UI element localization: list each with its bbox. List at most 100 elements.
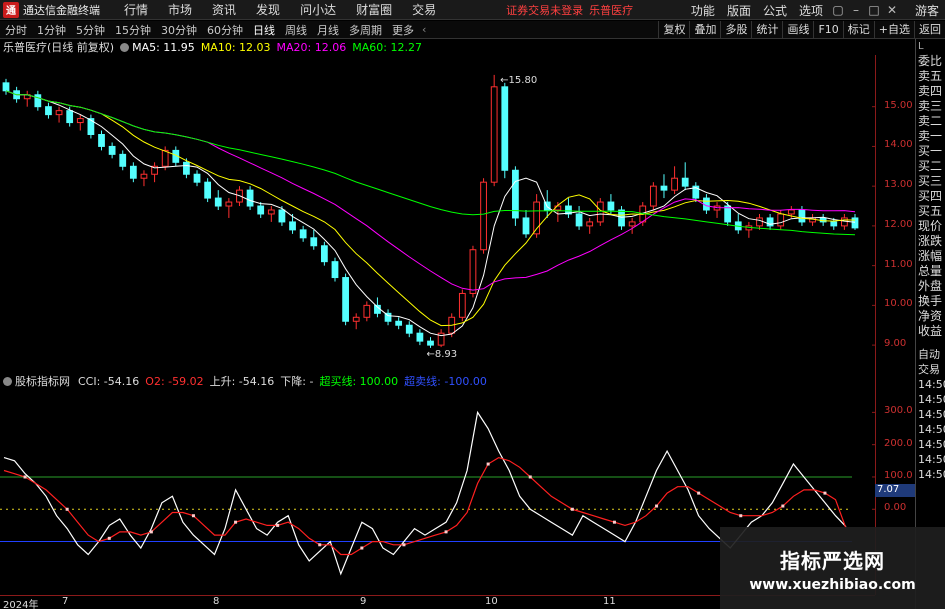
order-panel-time: 14:50 [918,453,945,466]
order-panel-label: 卖五 [918,69,943,83]
right-menu: 功能 版面 公式 选项 ▢ – □ ✕ 游客 [685,0,945,20]
menu-market[interactable]: 市场 [158,1,202,18]
maximize-icon[interactable]: □ [865,3,883,17]
order-panel-time: 交易 [918,363,940,376]
window-list-icon[interactable]: ▢ [829,3,847,17]
period-monthly[interactable]: 月线 [312,22,344,38]
period-weekly[interactable]: 周线 [280,22,312,38]
settings-dot-icon[interactable] [120,42,130,52]
period-60min[interactable]: 60分钟 [202,22,248,38]
ma-info-bar: 乐普医疗(日线 前复权) MA5: 11.95 MA10: 12.03 MA20… [0,39,875,55]
candle-body [2,82,10,92]
candle-body [586,221,594,227]
watermark: 指标严选网 www.xuezhibiao.com [720,527,945,609]
indicator-tick-label: 200.0 [884,437,913,449]
o2-dot [23,475,27,479]
low-price-label: ←8.93 [427,349,458,360]
order-panel-label: 买三 [918,174,943,188]
draw-line-button[interactable]: 画线 [782,21,813,39]
indicator-tick-label: 300.0 [884,405,913,417]
candle-body [756,217,763,227]
o2-dot [149,530,153,534]
menu-formula[interactable]: 公式 [757,2,793,19]
order-panel-time: 14:50 [918,468,945,481]
candle-body [628,221,636,227]
current-stock-name: 乐普医疗 [589,3,634,17]
menu-news[interactable]: 资讯 [202,1,246,18]
guest-user[interactable]: 游客 [915,2,939,19]
indicator-tick-label: 100.0 [884,469,913,481]
period-30min[interactable]: 30分钟 [156,22,202,38]
candle-body [724,205,732,223]
candle-body [458,292,466,318]
login-status[interactable]: 证券交易未登录 [506,2,583,18]
candle-body [671,177,678,191]
menu-function[interactable]: 功能 [685,2,721,19]
period-timeshare[interactable]: 分时 [0,22,32,38]
candle-body [66,110,74,124]
statistics-button[interactable]: 统计 [751,21,782,39]
candlestick-chart[interactable]: ←15.80 ←8.93 [0,55,875,365]
order-panel-label: 净资 [918,309,943,323]
price-tick-label: 12.00 [884,218,913,230]
o2-dot [191,514,195,518]
candle-body [299,229,307,239]
candle-body [55,110,63,116]
order-panel-label: 现价 [918,219,943,233]
period-daily[interactable]: 日线 [248,22,280,38]
multi-stock-button[interactable]: 多股 [720,21,751,39]
restore-rights-button[interactable]: 复权 [658,21,689,39]
f10-button[interactable]: F10 [813,21,842,39]
menu-layout[interactable]: 版面 [721,2,757,19]
candle-body [660,185,668,191]
order-panel-label: 卖一 [918,129,943,143]
price-tick-label: 10.00 [884,298,913,310]
period-5min[interactable]: 5分钟 [71,22,110,38]
order-panel-label: 涨跌 [918,234,943,248]
back-button[interactable]: 返回 [914,21,945,39]
mark-button[interactable]: 标记 [842,21,874,39]
menu-trade[interactable]: 交易 [402,1,446,18]
candle-body [352,316,360,322]
o2-dot [781,504,785,508]
o2-dot [655,504,659,508]
candle-body [246,189,254,207]
menu-wealth[interactable]: 财富圈 [346,1,402,18]
add-favorite-button[interactable]: +自选 [873,21,914,39]
app-title: 通达信金融终端 [23,3,100,17]
minimize-icon[interactable]: – [847,3,865,17]
crosshair-value: 7.07 [875,484,915,497]
order-panel-top[interactable]: L [916,39,945,54]
candle-body [278,209,286,223]
settings-dot-icon[interactable] [3,376,12,386]
menu-quotes[interactable]: 行情 [114,1,158,18]
period-more[interactable]: 更多 [387,22,419,38]
candle-body [416,332,424,342]
period-multi[interactable]: 多周期 [344,22,387,38]
o2-dot [528,475,532,479]
indicator-info-bar: 股标指标网 CCI: -54.16 O2: -59.02 上升: -54.16 … [0,373,875,389]
menu-discover[interactable]: 发现 [246,1,290,18]
chevron-left-icon[interactable]: ‹ [422,23,426,36]
overlay-button[interactable]: 叠加 [689,21,720,39]
o2-dot [612,520,616,524]
xaxis-label: 9 [360,596,367,607]
candle-body [607,201,615,211]
candle-body [331,261,339,279]
overbuy-value: 超买线: 100.00 [319,375,399,388]
close-icon[interactable]: ✕ [883,3,901,17]
menu-options[interactable]: 选项 [793,2,829,19]
o2-dot [739,514,743,518]
order-panel-label: 买五 [918,204,943,218]
indicator-name[interactable]: 股标指标网 [15,373,70,389]
candle-body [703,197,710,211]
period-1min[interactable]: 1分钟 [32,22,71,38]
order-panel-time: 14:50 [918,408,945,421]
candle-body [841,217,848,227]
period-15min[interactable]: 15分钟 [110,22,156,38]
price-tick-label: 11.00 [884,258,913,270]
menu-ask[interactable]: 问小达 [290,1,346,18]
candle-body [522,217,530,235]
high-price-label: ←15.80 [500,75,537,86]
order-panel: L 委比 卖五 卖四 卖三 卖二 卖一 买一 买二 买三 买四 买五 现价 涨跌 涨幅 总量 外盘 换手 净资 收益… [915,39,945,609]
